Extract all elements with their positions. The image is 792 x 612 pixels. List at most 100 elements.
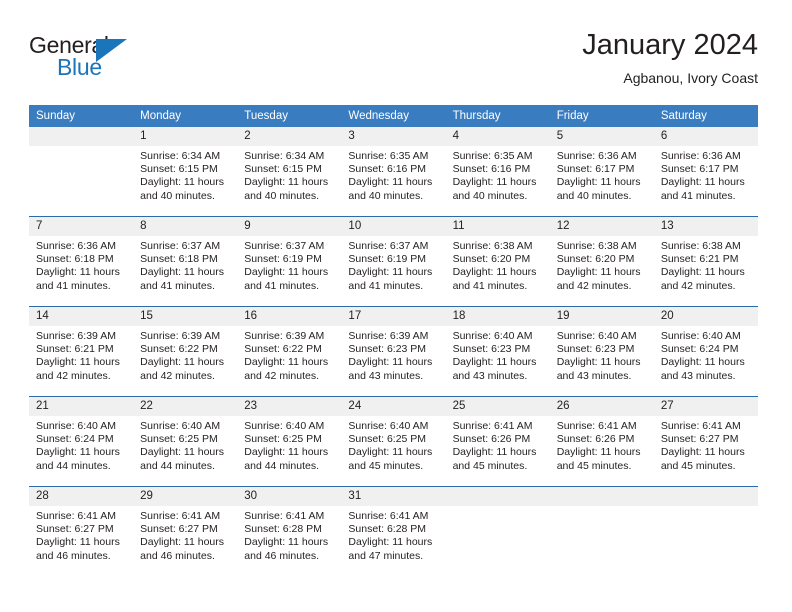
day-detail-sunset-text: Sunset: 6:23 PM [348, 343, 427, 356]
day-cell-inner: 17 Sunrise: 6:39 AM Sunset: 6:23 PM Dayligh… [341, 307, 446, 396]
day-detail-daylight-2-text: and 46 minutes. [140, 549, 215, 562]
day-detail-daylight-1-text: Daylight: 11 hours [140, 356, 224, 369]
page-title: January 2024 [582, 29, 758, 61]
day-number: 27 [653, 397, 758, 416]
weekday-header-sunday: Sunday [29, 105, 134, 127]
calendar-day-cell[interactable]: 14 Sunrise: 6:39 AM Sunset: 6:21 PM Dayligh… [29, 306, 134, 397]
day-cell-inner: 6 Sunrise: 6:36 AM Sunset: 6:17 PM Daylight… [653, 127, 758, 216]
day-cell-inner: 22 Sunrise: 6:40 AM Sunset: 6:25 PM Dayligh… [133, 397, 238, 486]
day-detail-daylight-1-text: Daylight: 11 hours [660, 176, 745, 189]
calendar-day-cell[interactable]: 26 Sunrise: 6:41 AM Sunset: 6:26 PM Dayligh… [549, 396, 654, 487]
day-detail-sunset-text: Sunset: 6:21 PM [36, 343, 114, 356]
day-details: Sunrise: 6:38 AM Sunset: 6:21 PM Daylight:… [654, 236, 758, 293]
calendar-day-cell[interactable]: 8 Sunrise: 6:37 AM Sunset: 6:18 PM Daylight… [133, 216, 238, 307]
day-number: 12 [549, 217, 654, 236]
day-number [549, 487, 654, 506]
calendar-day-cell[interactable]: 23 Sunrise: 6:40 AM Sunset: 6:25 PM Dayligh… [237, 396, 342, 487]
day-detail-sunrise-text: Sunrise: 6:34 AM [244, 150, 325, 162]
calendar-day-cell[interactable]: 13 Sunrise: 6:38 AM Sunset: 6:21 PM Dayligh… [653, 216, 758, 307]
day-detail-daylight-2-text: and 42 minutes. [660, 279, 736, 292]
day-details: Sunrise: 6:37 AM Sunset: 6:19 PM Daylight:… [341, 236, 445, 293]
day-cell-inner: 4 Sunrise: 6:35 AM Sunset: 6:16 PM Daylight… [445, 127, 550, 216]
day-detail-sunrise-text: Sunrise: 6:40 AM [348, 420, 429, 432]
general-blue-logo[interactable]: General Blue [29, 32, 159, 92]
day-number: 9 [237, 217, 342, 236]
day-detail-sunset-text: Sunset: 6:19 PM [348, 253, 427, 266]
day-details: Sunrise: 6:40 AM Sunset: 6:23 PM Daylight:… [550, 326, 654, 383]
day-detail-sunrise-text: Sunrise: 6:41 AM [660, 420, 741, 432]
day-detail-daylight-1-text: Daylight: 11 hours [244, 266, 329, 279]
day-detail-daylight-1-text: Daylight: 11 hours [556, 356, 641, 369]
day-detail-sunrise-text: Sunrise: 6:35 AM [348, 150, 429, 162]
page-header: General Blue January 2024 Agbanou, Ivory… [29, 28, 758, 100]
day-detail-sunset-text: Sunset: 6:23 PM [556, 343, 635, 356]
day-number [29, 127, 134, 146]
day-detail-sunrise-text: Sunrise: 6:41 AM [452, 420, 533, 432]
day-detail-daylight-2-text: and 43 minutes. [452, 369, 528, 382]
calendar-day-cell[interactable]: 29 Sunrise: 6:41 AM Sunset: 6:27 PM Dayligh… [133, 486, 238, 576]
day-details: Sunrise: 6:36 AM Sunset: 6:17 PM Daylight:… [654, 146, 758, 203]
calendar-day-cell[interactable]: 30 Sunrise: 6:41 AM Sunset: 6:28 PM Dayligh… [237, 486, 342, 576]
day-cell-inner: 8 Sunrise: 6:37 AM Sunset: 6:18 PM Daylight… [133, 217, 238, 306]
day-detail-sunrise-text: Sunrise: 6:38 AM [452, 240, 533, 252]
calendar-day-cell[interactable]: 9 Sunrise: 6:37 AM Sunset: 6:19 PM Daylight… [237, 216, 342, 307]
calendar-day-cell[interactable]: 31 Sunrise: 6:41 AM Sunset: 6:28 PM Dayligh… [341, 486, 446, 576]
calendar-day-cell[interactable]: 20 Sunrise: 6:40 AM Sunset: 6:24 PM Dayligh… [653, 306, 758, 397]
day-details: Sunrise: 6:41 AM Sunset: 6:26 PM Daylight:… [446, 416, 550, 473]
day-detail-sunrise-text: Sunrise: 6:38 AM [556, 240, 637, 252]
calendar-day-cell[interactable]: 27 Sunrise: 6:41 AM Sunset: 6:27 PM Dayligh… [653, 396, 758, 487]
calendar-day-cell[interactable]: 7 Sunrise: 6:36 AM Sunset: 6:18 PM Daylight… [29, 216, 134, 307]
day-details: Sunrise: 6:41 AM Sunset: 6:28 PM Daylight:… [237, 506, 341, 563]
day-number [445, 487, 550, 506]
weekday-header-tuesday: Tuesday [237, 105, 342, 127]
calendar-day-cell[interactable]: 2 Sunrise: 6:34 AM Sunset: 6:15 PM Daylight… [237, 127, 342, 217]
calendar-week-row: 1 Sunrise: 6:34 AM Sunset: 6:15 PM Daylight… [29, 127, 758, 217]
calendar-day-cell[interactable]: 22 Sunrise: 6:40 AM Sunset: 6:25 PM Dayligh… [133, 396, 238, 487]
day-number: 30 [237, 487, 342, 506]
day-cell-inner: 26 Sunrise: 6:41 AM Sunset: 6:26 PM Dayligh… [549, 397, 654, 486]
day-detail-sunrise-text: Sunrise: 6:37 AM [348, 240, 429, 252]
calendar-day-cell[interactable]: 1 Sunrise: 6:34 AM Sunset: 6:15 PM Daylight… [133, 127, 238, 217]
calendar-day-cell[interactable]: 12 Sunrise: 6:38 AM Sunset: 6:20 PM Dayligh… [549, 216, 654, 307]
day-detail-sunrise-text: Sunrise: 6:41 AM [36, 510, 116, 522]
calendar-day-cell[interactable]: 18 Sunrise: 6:40 AM Sunset: 6:23 PM Dayligh… [445, 306, 550, 397]
day-cell-inner: 10 Sunrise: 6:37 AM Sunset: 6:19 PM Dayligh… [341, 217, 446, 306]
day-detail-daylight-1-text: Daylight: 11 hours [452, 266, 537, 279]
calendar-day-cell[interactable]: 24 Sunrise: 6:40 AM Sunset: 6:25 PM Dayligh… [341, 396, 446, 487]
calendar-day-cell[interactable]: 16 Sunrise: 6:39 AM Sunset: 6:22 PM Dayligh… [237, 306, 342, 397]
calendar-day-cell-empty [29, 127, 134, 217]
day-detail-daylight-2-text: and 41 minutes. [36, 279, 111, 292]
calendar-day-cell[interactable]: 11 Sunrise: 6:38 AM Sunset: 6:20 PM Dayligh… [445, 216, 550, 307]
calendar-day-cell[interactable]: 4 Sunrise: 6:35 AM Sunset: 6:16 PM Daylight… [445, 127, 550, 217]
weekday-header-friday: Friday [549, 105, 654, 127]
day-number: 2 [237, 127, 342, 146]
day-detail-daylight-2-text: and 42 minutes. [36, 369, 111, 382]
day-number: 28 [29, 487, 134, 506]
day-detail-sunrise-text: Sunrise: 6:39 AM [244, 330, 325, 342]
day-detail-sunset-text: Sunset: 6:15 PM [140, 163, 218, 176]
day-detail-daylight-1-text: Daylight: 11 hours [140, 266, 224, 279]
calendar-day-cell[interactable]: 15 Sunrise: 6:39 AM Sunset: 6:22 PM Dayligh… [133, 306, 238, 397]
day-detail-sunset-text: Sunset: 6:18 PM [140, 253, 218, 266]
calendar-day-cell-empty [653, 486, 758, 576]
day-detail-daylight-2-text: and 41 minutes. [660, 189, 736, 202]
day-number: 24 [341, 397, 446, 416]
day-number: 18 [445, 307, 550, 326]
day-detail-sunset-text: Sunset: 6:27 PM [660, 433, 739, 446]
day-detail-daylight-2-text: and 43 minutes. [660, 369, 736, 382]
calendar-day-cell[interactable]: 5 Sunrise: 6:36 AM Sunset: 6:17 PM Daylight… [549, 127, 654, 217]
day-detail-sunrise-text: Sunrise: 6:39 AM [140, 330, 221, 342]
calendar-day-cell[interactable]: 10 Sunrise: 6:37 AM Sunset: 6:19 PM Dayligh… [341, 216, 446, 307]
calendar-day-cell[interactable]: 3 Sunrise: 6:35 AM Sunset: 6:16 PM Daylight… [341, 127, 446, 217]
day-detail-daylight-2-text: and 40 minutes. [140, 189, 215, 202]
calendar-day-cell[interactable]: 6 Sunrise: 6:36 AM Sunset: 6:17 PM Daylight… [653, 127, 758, 217]
calendar-day-cell[interactable]: 28 Sunrise: 6:41 AM Sunset: 6:27 PM Dayligh… [29, 486, 134, 576]
calendar-day-cell[interactable]: 19 Sunrise: 6:40 AM Sunset: 6:23 PM Dayligh… [549, 306, 654, 397]
calendar-day-cell[interactable]: 21 Sunrise: 6:40 AM Sunset: 6:24 PM Dayligh… [29, 396, 134, 487]
day-details: Sunrise: 6:39 AM Sunset: 6:22 PM Daylight:… [133, 326, 237, 383]
calendar-day-cell[interactable]: 17 Sunrise: 6:39 AM Sunset: 6:23 PM Dayligh… [341, 306, 446, 397]
calendar-day-cell[interactable]: 25 Sunrise: 6:41 AM Sunset: 6:26 PM Dayligh… [445, 396, 550, 487]
day-details: Sunrise: 6:40 AM Sunset: 6:25 PM Daylight:… [133, 416, 237, 473]
day-detail-sunset-text: Sunset: 6:27 PM [36, 523, 114, 536]
day-details: Sunrise: 6:40 AM Sunset: 6:24 PM Daylight:… [654, 326, 758, 383]
